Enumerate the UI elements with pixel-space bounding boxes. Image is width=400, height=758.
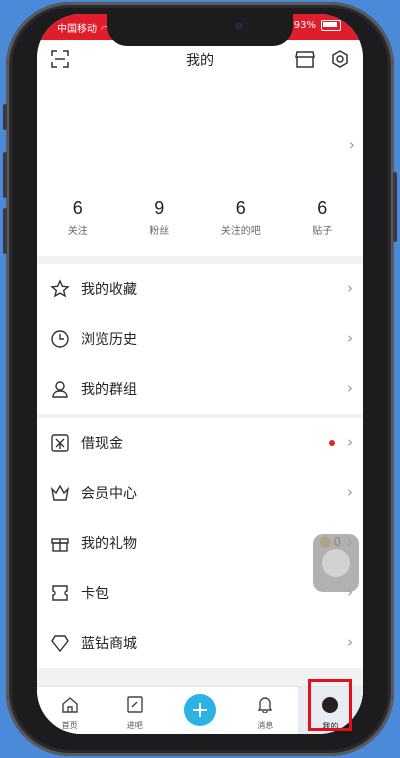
bell-icon xyxy=(257,696,273,717)
menu-item-label: 借现金 xyxy=(81,436,123,452)
menu-item-label: 浏览历史 xyxy=(81,332,137,348)
stat-followed-bars[interactable]: 6 关注的吧 xyxy=(200,198,282,237)
power-button xyxy=(393,172,397,242)
tab-label: 首页 xyxy=(61,721,78,730)
carrier-label: 中国移动 xyxy=(57,24,97,35)
menu-item-cash[interactable]: 借现金 › xyxy=(37,418,363,468)
menu-item-label: 我的收藏 xyxy=(81,282,137,298)
stat-number: 6 xyxy=(72,198,83,218)
volume-down-button xyxy=(3,208,7,254)
plus-icon xyxy=(184,694,216,726)
stat-label: 关注 xyxy=(67,226,88,237)
menu-item-groups[interactable]: 我的群组 › xyxy=(37,364,363,414)
stat-following[interactable]: 6 关注 xyxy=(37,198,119,237)
menu-item-label: 蓝钻商城 xyxy=(81,636,137,652)
crown-icon xyxy=(49,482,71,504)
menu-item-history[interactable]: 浏览历史 › xyxy=(37,314,363,364)
side-button xyxy=(3,104,7,130)
tab-enter-bar[interactable]: 进吧 xyxy=(102,687,167,734)
chevron-right-icon: › xyxy=(347,279,353,297)
chevron-right-icon: › xyxy=(347,433,353,451)
cash-icon xyxy=(49,432,71,454)
chevron-right-icon: › xyxy=(347,483,353,501)
volume-up-button xyxy=(3,152,7,198)
tab-home[interactable]: 首页 xyxy=(37,687,102,734)
gear-icon[interactable] xyxy=(331,50,349,72)
menu-item-label: 卡包 xyxy=(81,586,109,602)
stat-label: 关注的吧 xyxy=(220,226,261,237)
profile-header: 我的 › 6 关注 9 粉丝 6 关注的吧 6 贴子 xyxy=(37,40,363,256)
stat-number: 6 xyxy=(317,198,328,218)
gift-icon xyxy=(49,532,71,554)
menu-item-label: 我的礼物 xyxy=(81,536,137,552)
shop-icon[interactable] xyxy=(295,51,315,72)
chevron-right-icon: › xyxy=(347,633,353,651)
profile-chevron-icon[interactable]: › xyxy=(349,135,355,154)
stat-number: 9 xyxy=(154,198,165,218)
chevron-right-icon: › xyxy=(347,379,353,397)
chevron-right-icon: › xyxy=(347,329,353,347)
home-icon xyxy=(61,696,79,717)
menu-item-diamond-mall[interactable]: 蓝钻商城 › xyxy=(37,618,363,668)
tab-label: 消息 xyxy=(257,721,274,730)
floating-assistive-button[interactable] xyxy=(313,534,359,592)
menu-item-vip-center[interactable]: 会员中心 › xyxy=(37,468,363,518)
tab-label: 进吧 xyxy=(126,721,143,730)
red-dot-badge xyxy=(329,440,335,446)
screen: 中国移动◠ ➤ 93% 我的 › 6 xyxy=(37,14,363,734)
carrier-group: 中国移动 ◠ xyxy=(57,20,109,35)
notch xyxy=(107,14,293,46)
tab-post[interactable] xyxy=(167,687,232,734)
stat-label: 贴子 xyxy=(312,226,333,237)
menu-item-label: 会员中心 xyxy=(81,486,137,502)
menu-group-1: 我的收藏 › 浏览历史 › 我的群组 › xyxy=(37,264,363,414)
battery-icon xyxy=(321,20,341,31)
diamond-icon xyxy=(49,632,71,654)
stat-posts[interactable]: 6 贴子 xyxy=(282,198,364,237)
camera-icon xyxy=(235,22,243,30)
ticket-icon xyxy=(49,582,71,604)
stat-number: 6 xyxy=(235,198,246,218)
clock-icon xyxy=(49,328,71,350)
battery-percent: 93% xyxy=(293,20,316,31)
group-icon xyxy=(49,378,71,400)
highlight-box xyxy=(308,679,352,731)
menu-item-favorites[interactable]: 我的收藏 › xyxy=(37,264,363,314)
star-icon xyxy=(49,278,71,300)
stat-label: 粉丝 xyxy=(149,226,170,237)
stat-followers[interactable]: 9 粉丝 xyxy=(119,198,201,237)
tab-messages[interactable]: 消息 xyxy=(233,687,298,734)
stats-row: 6 关注 9 粉丝 6 关注的吧 6 贴子 xyxy=(37,198,363,237)
menu-item-label: 我的群组 xyxy=(81,382,137,398)
enter-bar-icon xyxy=(127,696,143,717)
